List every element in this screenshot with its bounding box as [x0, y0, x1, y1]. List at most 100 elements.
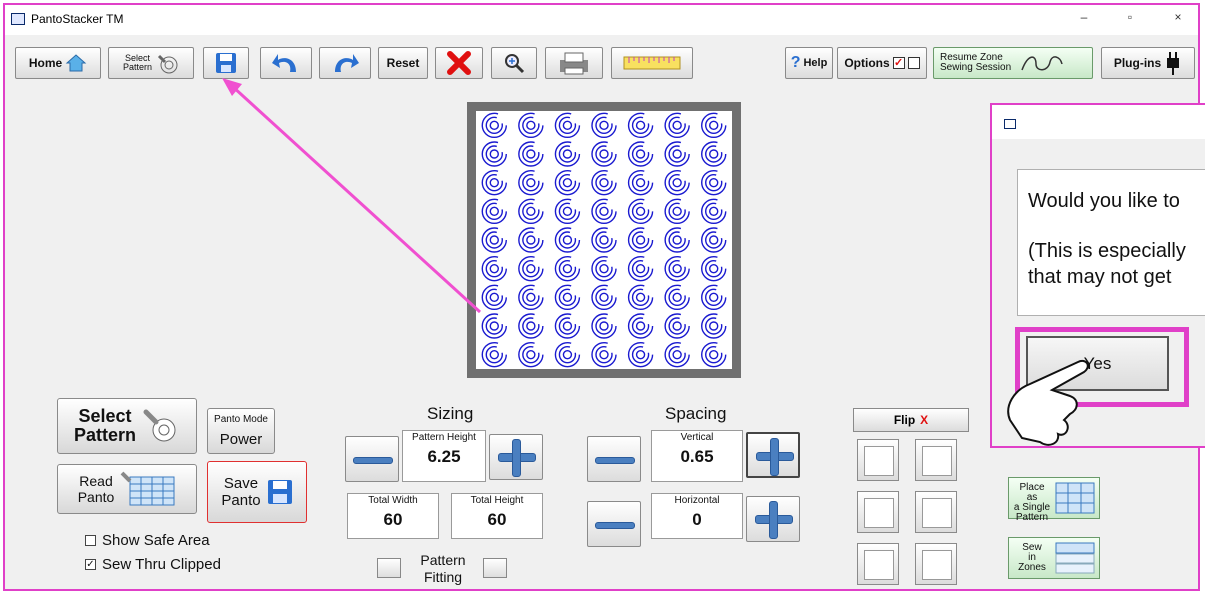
- sew-in-zones-button[interactable]: Sew in Zones: [1008, 537, 1100, 579]
- sew-thru-clipped-label: Sew Thru Clipped: [102, 556, 221, 573]
- total-height-field[interactable]: Total Height 60: [451, 493, 543, 539]
- printer-icon: [560, 52, 588, 75]
- dialog-app-icon: [1004, 119, 1016, 129]
- pattern-height-label: Pattern Height: [412, 432, 476, 443]
- horizontal-spacing-field[interactable]: Horizontal 0: [651, 493, 743, 539]
- swirl-motif: [701, 112, 727, 139]
- swirl-motif: [664, 227, 690, 253]
- help-button[interactable]: ? Help: [785, 47, 833, 79]
- swirl-motif: [627, 313, 654, 339]
- zoom-button[interactable]: [491, 47, 537, 79]
- reset-button[interactable]: Reset: [378, 47, 428, 79]
- swirl-motif: [664, 198, 690, 225]
- question-icon: ?: [790, 54, 801, 71]
- pattern-preview[interactable]: [467, 102, 741, 378]
- sew-thru-clipped-checkbox[interactable]: ✓ Sew Thru Clipped: [85, 556, 221, 573]
- swirl-motif: [664, 141, 690, 167]
- save-panto-button[interactable]: Save Panto: [207, 461, 307, 523]
- swirl-motif: [591, 227, 617, 253]
- delete-button[interactable]: [435, 47, 483, 79]
- toolbar: Home Select Pattern Reset ? Help Options…: [5, 37, 1198, 87]
- show-safe-area-checkbox[interactable]: Show Safe Area: [85, 532, 210, 549]
- swirl-motif: [554, 112, 581, 139]
- sizing-title: Sizing: [427, 404, 474, 423]
- layout-grid-button-2[interactable]: [915, 439, 957, 481]
- swirl-motif: [481, 341, 507, 368]
- total-width-field[interactable]: Total Width 60: [347, 493, 439, 539]
- pattern-fitting-right-button[interactable]: [483, 558, 507, 578]
- dialog-message: Would you like to (This is especially th…: [1017, 169, 1205, 316]
- print-button[interactable]: [545, 47, 603, 79]
- panto-mode-label: Panto Mode: [214, 414, 268, 425]
- swirl-motif: [627, 141, 654, 167]
- swirl-motif: [481, 255, 507, 282]
- layout-grid-button-1[interactable]: [857, 439, 899, 481]
- resume-zone-button[interactable]: Resume Zone Sewing Session: [933, 47, 1093, 79]
- pattern-canvas[interactable]: [476, 111, 732, 369]
- redo-button[interactable]: [319, 47, 371, 79]
- swirl-motif: [701, 198, 727, 225]
- layout-grid-button-6[interactable]: [915, 543, 957, 585]
- swirl-motif: [701, 227, 727, 253]
- close-button[interactable]: ×: [1163, 10, 1193, 24]
- ruler-icon: [623, 56, 681, 70]
- red-x-icon: [447, 51, 471, 75]
- select-pattern-toolbar-button[interactable]: Select Pattern: [108, 47, 194, 79]
- select-pattern-button[interactable]: Select Pattern: [57, 398, 197, 454]
- vertical-decrease-button[interactable]: [587, 436, 641, 482]
- swirl-motif: [591, 169, 617, 196]
- floppy-disk-icon: [267, 480, 292, 504]
- redo-icon: [335, 54, 359, 72]
- dialog-title-bar: [992, 105, 1205, 139]
- pattern-height-increase-button[interactable]: [489, 434, 543, 480]
- maximize-button[interactable]: ▫: [1115, 10, 1145, 24]
- plugins-button[interactable]: Plug-ins: [1101, 47, 1195, 79]
- sew-thru-clipped-box[interactable]: ✓: [85, 559, 96, 570]
- magnifier-icon: [505, 54, 525, 74]
- read-panto-button[interactable]: Read Panto: [57, 464, 197, 514]
- layout-grid-icon: [922, 550, 952, 580]
- undo-button[interactable]: [260, 47, 312, 79]
- vertical-increase-button[interactable]: [746, 432, 800, 478]
- swirl-motif: [481, 284, 507, 311]
- layout-grid-button-5[interactable]: [857, 543, 899, 585]
- total-width-value: 60: [383, 510, 403, 529]
- pattern-fitting-left-button[interactable]: [377, 558, 401, 578]
- panto-tile-icon: [120, 471, 175, 506]
- swirl-motif: [481, 112, 507, 139]
- horizontal-decrease-button[interactable]: [587, 501, 641, 547]
- plus-icon-vertical: [512, 439, 521, 477]
- layout-grid-button-3[interactable]: [857, 491, 899, 533]
- swirl-motif: [701, 141, 727, 167]
- ruler-button[interactable]: [611, 47, 693, 79]
- horizontal-spacing-value: 0: [692, 510, 702, 529]
- options-button[interactable]: Options ✓: [837, 47, 927, 79]
- show-safe-area-box[interactable]: [85, 535, 96, 546]
- horizontal-spacing-label: Horizontal: [674, 495, 720, 506]
- spacing-title: Spacing: [665, 404, 727, 423]
- swirl-motif: [518, 227, 544, 253]
- swirl-motif: [554, 227, 581, 253]
- save-toolbar-button[interactable]: [203, 47, 249, 79]
- pattern-height-decrease-button[interactable]: [345, 436, 399, 482]
- plugins-label: Plug-ins: [1113, 56, 1162, 70]
- read-panto-label-2: Panto: [77, 489, 115, 505]
- swirl-motif: [481, 227, 507, 253]
- place-single-pattern-button[interactable]: Place as a Single Pattern: [1008, 477, 1100, 523]
- yes-button[interactable]: Yes: [1026, 336, 1169, 391]
- flip-label: Flip: [893, 413, 916, 427]
- pattern-height-field[interactable]: Pattern Height 6.25: [402, 430, 486, 482]
- panto-mode-button[interactable]: Panto Mode Power: [207, 408, 275, 454]
- title-bar: PantoStacker TM – ▫ ×: [5, 5, 1198, 35]
- swirl-motif: [627, 198, 654, 225]
- horizontal-increase-button[interactable]: [746, 496, 800, 542]
- sew-zones-label-3: Zones: [1018, 562, 1046, 573]
- flip-button[interactable]: Flip X: [853, 408, 969, 432]
- confirm-dialog: Would you like to (This is especially th…: [990, 103, 1205, 448]
- vertical-spacing-field[interactable]: Vertical 0.65: [651, 430, 743, 482]
- minimize-button[interactable]: –: [1069, 10, 1099, 24]
- select-pattern-label-1: Select: [78, 406, 132, 426]
- layout-grid-button-4[interactable]: [915, 491, 957, 533]
- home-button[interactable]: Home: [15, 47, 101, 79]
- plus-icon-vertical: [770, 438, 779, 476]
